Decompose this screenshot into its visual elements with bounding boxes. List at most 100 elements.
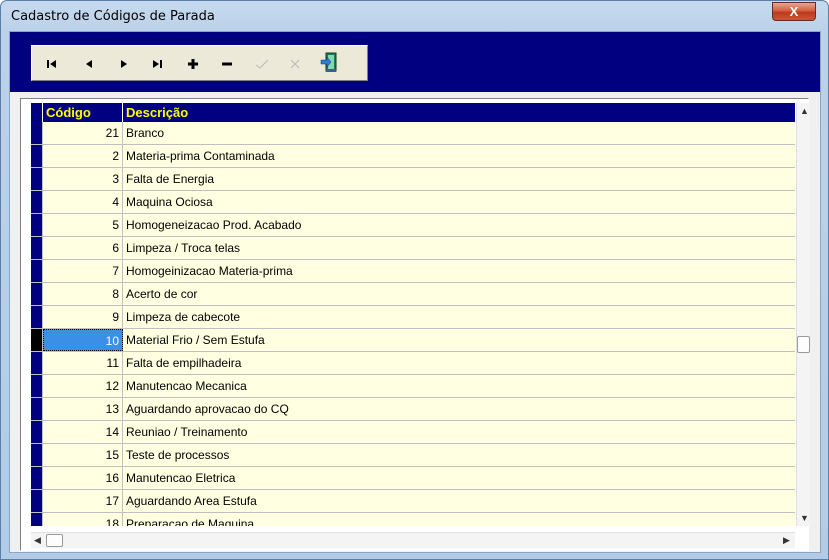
row-indicator[interactable] (31, 191, 43, 213)
horizontal-scrollbar[interactable]: ◀ ▶ (31, 532, 795, 548)
row-indicator[interactable] (31, 306, 43, 328)
cell-descricao[interactable]: Limpeza de cabecote (123, 306, 795, 328)
check-icon (255, 59, 269, 69)
column-header-descricao[interactable]: Descrição (123, 103, 795, 122)
records-grid[interactable]: Código Descrição 21 Branco 2 Materia-prima … (31, 103, 795, 526)
post-button[interactable] (251, 53, 273, 75)
cell-codigo[interactable]: 9 (43, 306, 123, 328)
vertical-scroll-thumb[interactable] (797, 336, 810, 353)
next-icon (121, 60, 127, 68)
cell-codigo[interactable]: 18 (43, 513, 123, 526)
row-indicator[interactable] (31, 513, 43, 526)
column-header-codigo[interactable]: Código (43, 103, 123, 122)
cell-codigo[interactable]: 10 (43, 329, 123, 351)
row-indicator[interactable] (31, 444, 43, 466)
cell-descricao[interactable]: Falta de Energia (123, 168, 795, 190)
cell-descricao[interactable]: Limpeza / Troca telas (123, 237, 795, 259)
cell-codigo[interactable]: 21 (43, 122, 123, 144)
header-indicator (31, 103, 43, 122)
row-indicator[interactable] (31, 168, 43, 190)
scroll-right-icon[interactable]: ▶ (783, 535, 790, 546)
cell-codigo[interactable]: 16 (43, 467, 123, 489)
cell-descricao[interactable]: Acerto de cor (123, 283, 795, 305)
cell-descricao[interactable]: Preparacao de Maquina (123, 513, 795, 526)
cell-descricao[interactable]: Branco (123, 122, 795, 144)
row-indicator[interactable] (31, 490, 43, 512)
cell-codigo[interactable]: 12 (43, 375, 123, 397)
first-record-button[interactable] (41, 53, 63, 75)
table-row[interactable]: 7 Homogeinizacao Materia-prima (31, 260, 795, 283)
scroll-down-icon[interactable]: ▼ (800, 513, 809, 523)
table-row[interactable]: 16 Manutencao Eletrica (31, 467, 795, 490)
next-record-button[interactable] (113, 53, 135, 75)
row-indicator[interactable] (31, 329, 43, 351)
table-row[interactable]: 2 Materia-prima Contaminada (31, 145, 795, 168)
table-row[interactable]: 15 Teste de processos (31, 444, 795, 467)
cell-descricao[interactable]: Manutencao Eletrica (123, 467, 795, 489)
cell-codigo[interactable]: 11 (43, 352, 123, 374)
cell-codigo[interactable]: 14 (43, 421, 123, 443)
cell-descricao[interactable]: Manutencao Mecanica (123, 375, 795, 397)
row-indicator[interactable] (31, 237, 43, 259)
cell-codigo[interactable]: 6 (43, 237, 123, 259)
table-row[interactable]: 8 Acerto de cor (31, 283, 795, 306)
exit-button[interactable] (318, 51, 340, 73)
cell-descricao[interactable]: Falta de empilhadeira (123, 352, 795, 374)
vertical-scrollbar[interactable]: ▲ ▼ (796, 103, 810, 526)
cell-codigo[interactable]: 7 (43, 260, 123, 282)
cell-codigo[interactable]: 3 (43, 168, 123, 190)
horizontal-scroll-thumb[interactable] (46, 534, 63, 547)
table-row[interactable]: 10 Material Frio / Sem Estufa (31, 329, 795, 352)
table-row[interactable]: 14 Reuniao / Treinamento (31, 421, 795, 444)
table-row[interactable]: 5 Homogeneizacao Prod. Acabado (31, 214, 795, 237)
client-area: Código Descrição 21 Branco 2 Materia-prima … (9, 31, 821, 553)
scroll-left-icon[interactable]: ◀ (34, 535, 41, 546)
row-indicator[interactable] (31, 283, 43, 305)
cell-codigo[interactable]: 8 (43, 283, 123, 305)
cell-descricao[interactable]: Aguardando Area Estufa (123, 490, 795, 512)
insert-button[interactable] (182, 53, 204, 75)
row-indicator[interactable] (31, 352, 43, 374)
cell-codigo[interactable]: 2 (43, 145, 123, 167)
row-indicator[interactable] (31, 421, 43, 443)
cancel-button[interactable] (284, 53, 306, 75)
row-indicator[interactable] (31, 122, 43, 144)
cell-descricao[interactable]: Maquina Ociosa (123, 191, 795, 213)
prior-icon (86, 60, 92, 68)
prior-record-button[interactable] (78, 53, 100, 75)
table-row[interactable]: 3 Falta de Energia (31, 168, 795, 191)
cell-codigo[interactable]: 5 (43, 214, 123, 236)
cell-codigo[interactable]: 4 (43, 191, 123, 213)
title-bar[interactable]: Cadastro de Códigos de Parada X (1, 1, 828, 31)
cell-descricao[interactable]: Homogeinizacao Materia-prima (123, 260, 795, 282)
close-icon: X (789, 4, 799, 19)
row-indicator[interactable] (31, 467, 43, 489)
table-row[interactable]: 21 Branco (31, 122, 795, 145)
cell-codigo[interactable]: 17 (43, 490, 123, 512)
close-button[interactable]: X (772, 2, 816, 21)
cell-descricao[interactable]: Reuniao / Treinamento (123, 421, 795, 443)
delete-button[interactable] (216, 53, 238, 75)
cell-descricao[interactable]: Homogeneizacao Prod. Acabado (123, 214, 795, 236)
last-record-button[interactable] (147, 53, 169, 75)
table-row[interactable]: 9 Limpeza de cabecote (31, 306, 795, 329)
table-row[interactable]: 4 Maquina Ociosa (31, 191, 795, 214)
scroll-up-icon[interactable]: ▲ (800, 106, 809, 116)
table-row[interactable]: 17 Aguardando Area Estufa (31, 490, 795, 513)
cell-descricao[interactable]: Aguardando aprovacao do CQ (123, 398, 795, 420)
row-indicator[interactable] (31, 375, 43, 397)
table-row[interactable]: 18 Preparacao de Maquina (31, 513, 795, 526)
cell-descricao[interactable]: Materia-prima Contaminada (123, 145, 795, 167)
row-indicator[interactable] (31, 398, 43, 420)
table-row[interactable]: 6 Limpeza / Troca telas (31, 237, 795, 260)
table-row[interactable]: 12 Manutencao Mecanica (31, 375, 795, 398)
table-row[interactable]: 11 Falta de empilhadeira (31, 352, 795, 375)
row-indicator[interactable] (31, 260, 43, 282)
cell-descricao[interactable]: Teste de processos (123, 444, 795, 466)
cell-codigo[interactable]: 15 (43, 444, 123, 466)
cell-codigo[interactable]: 13 (43, 398, 123, 420)
table-row[interactable]: 13 Aguardando aprovacao do CQ (31, 398, 795, 421)
row-indicator[interactable] (31, 214, 43, 236)
cell-descricao[interactable]: Material Frio / Sem Estufa (123, 329, 795, 351)
row-indicator[interactable] (31, 145, 43, 167)
